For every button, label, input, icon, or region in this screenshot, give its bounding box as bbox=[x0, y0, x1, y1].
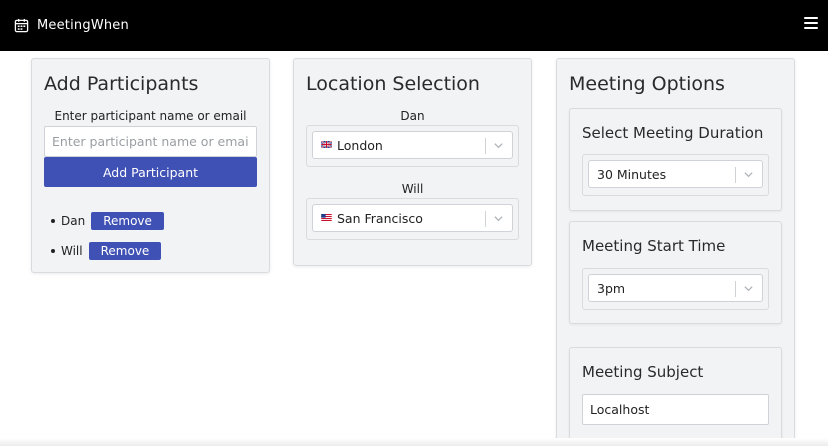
bullet-icon bbox=[51, 249, 55, 253]
location-city: San Francisco bbox=[337, 210, 423, 226]
remove-dan-button[interactable]: Remove bbox=[91, 212, 164, 230]
add-participants-card: Add Participants Enter participant name … bbox=[31, 58, 270, 273]
chevron-down-icon bbox=[744, 286, 753, 292]
uk-flag-icon bbox=[321, 140, 332, 148]
participant-input[interactable] bbox=[44, 126, 257, 157]
participant-input-label: Enter participant name or email bbox=[54, 109, 247, 123]
location-participant-label: Dan bbox=[400, 109, 425, 123]
bullet-icon bbox=[51, 219, 55, 223]
add-participants-title: Add Participants bbox=[44, 73, 199, 95]
us-flag-icon bbox=[321, 213, 332, 221]
chevron-down-icon bbox=[494, 216, 503, 222]
start-time-value: 3pm bbox=[597, 280, 626, 296]
start-time-title: Meeting Start Time bbox=[582, 237, 726, 255]
start-time-select-wrapper: 3pm bbox=[582, 268, 769, 310]
location-city: London bbox=[337, 137, 383, 153]
location-select-dan[interactable]: London bbox=[312, 131, 513, 159]
duration-value: 30 Minutes bbox=[597, 166, 667, 182]
location-select-wrapper: London bbox=[306, 125, 519, 167]
subject-input[interactable] bbox=[582, 394, 769, 425]
location-select-will[interactable]: San Francisco bbox=[312, 204, 513, 232]
participant-name: Dan bbox=[61, 214, 86, 228]
chevron-down-icon bbox=[744, 172, 753, 178]
calendar-icon bbox=[14, 18, 29, 33]
top-navbar: MeetingWhen bbox=[0, 0, 828, 51]
meeting-options-card: Meeting Options Select Meeting Duration … bbox=[556, 58, 795, 446]
remove-will-button[interactable]: Remove bbox=[88, 242, 162, 260]
page-bottom-edge bbox=[0, 438, 828, 446]
meeting-options-title: Meeting Options bbox=[569, 73, 725, 95]
brand[interactable]: MeetingWhen bbox=[14, 0, 129, 51]
duration-select-wrapper: 30 Minutes bbox=[582, 154, 769, 196]
add-participant-button[interactable]: Add Participant bbox=[44, 157, 257, 187]
start-time-subcard: Meeting Start Time 3pm bbox=[569, 221, 782, 324]
location-participant-label: Will bbox=[401, 182, 424, 196]
duration-title: Select Meeting Duration bbox=[582, 124, 764, 142]
duration-select[interactable]: 30 Minutes bbox=[588, 160, 763, 188]
app-title: MeetingWhen bbox=[37, 18, 129, 33]
list-item: Will Remove bbox=[51, 236, 164, 266]
participant-name: Will bbox=[61, 244, 83, 258]
location-selection-title: Location Selection bbox=[306, 73, 480, 95]
list-item: Dan Remove bbox=[51, 206, 164, 236]
location-selection-card: Location Selection Dan London Will San F… bbox=[293, 58, 532, 266]
subject-subcard: Meeting Subject bbox=[569, 347, 782, 443]
start-time-select[interactable]: 3pm bbox=[588, 274, 763, 302]
duration-subcard: Select Meeting Duration 30 Minutes bbox=[569, 108, 782, 211]
location-select-wrapper: San Francisco bbox=[306, 198, 519, 240]
subject-title: Meeting Subject bbox=[582, 363, 704, 381]
hamburger-menu-icon[interactable] bbox=[804, 17, 818, 31]
participant-list: Dan Remove Will Remove bbox=[51, 206, 164, 266]
chevron-down-icon bbox=[494, 143, 503, 149]
